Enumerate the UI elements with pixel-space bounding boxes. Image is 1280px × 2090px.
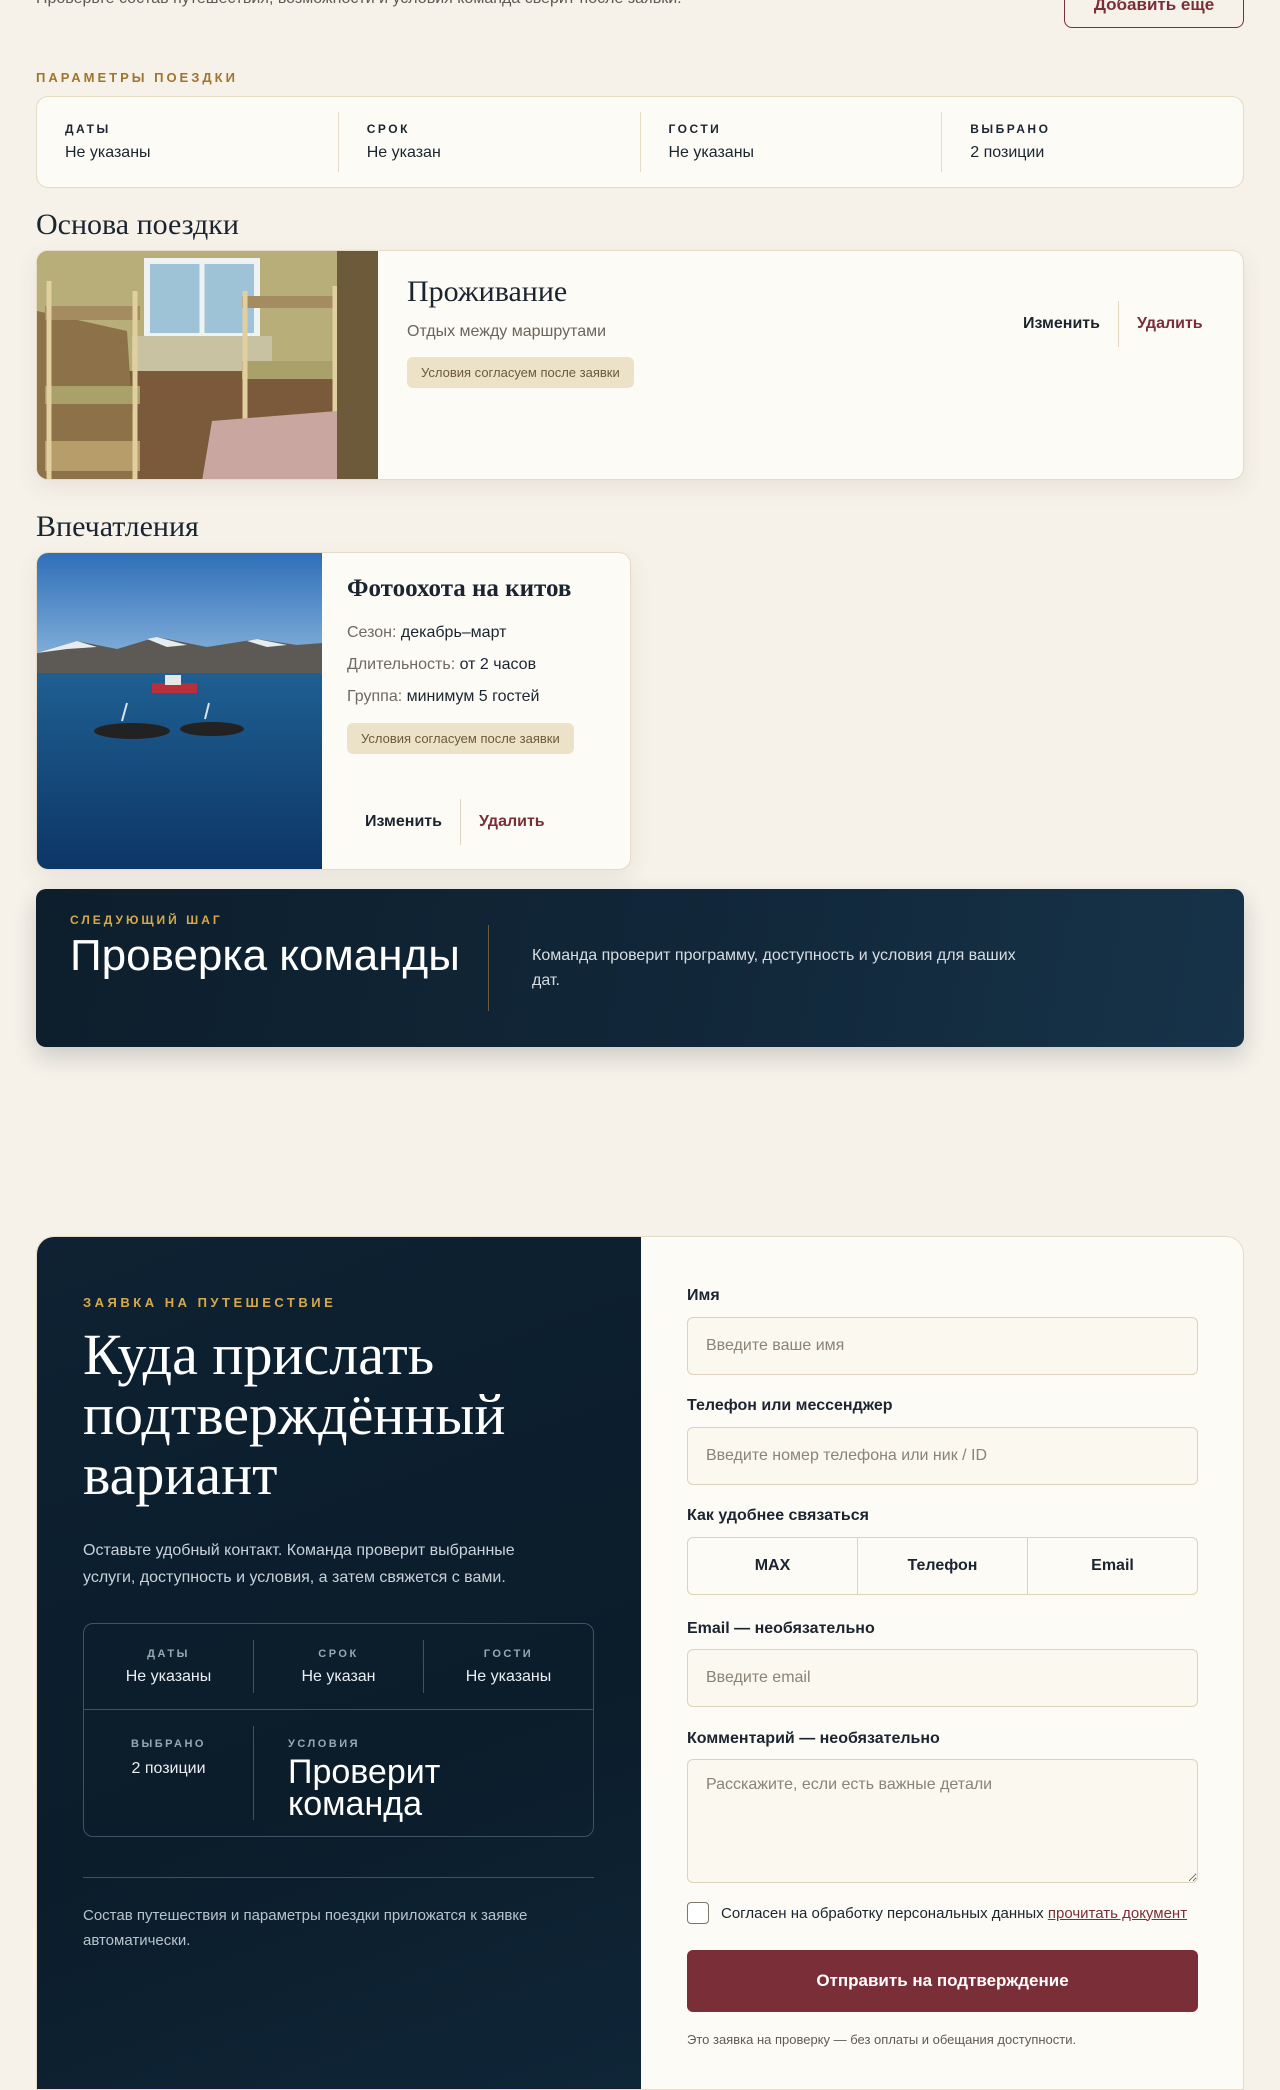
- params-section-label: Параметры поездки: [36, 70, 238, 85]
- name-input[interactable]: [687, 1317, 1198, 1375]
- summary-term: СРОК Не указан: [254, 1640, 424, 1693]
- consent-checkbox[interactable]: [687, 1902, 709, 1924]
- param-key: ГОСТИ: [668, 122, 722, 136]
- duration-key: Длительность:: [347, 656, 456, 673]
- group-value: минимум 5 гостей: [406, 688, 540, 705]
- param-selected: ВЫБРАНО 2 позиции: [942, 112, 1243, 172]
- season-key: Сезон:: [347, 624, 397, 641]
- group-key: Группа:: [347, 688, 403, 705]
- param-term: СРОК Не указан: [339, 112, 641, 172]
- summary-guests: ГОСТИ Не указаны: [424, 1640, 593, 1693]
- consent-document-link[interactable]: прочитать документ: [1048, 1905, 1187, 1922]
- divider: [83, 1877, 594, 1878]
- summary-dates: ДАТЫ Не указаны: [84, 1640, 254, 1693]
- summary-key: ВЫБРАНО: [131, 1738, 206, 1750]
- request-description: Оставьте удобный контакт. Команда провер…: [83, 1542, 515, 1586]
- request-eyebrow: Заявка на путешествие: [83, 1295, 337, 1310]
- experience-card: Фотоохота на китов Сезон: декабрь–март Д…: [36, 552, 631, 870]
- request-title: Куда прислать подтверждённый вариант: [83, 1322, 506, 1507]
- param-dates: ДАТЫ Не указаны: [37, 112, 339, 172]
- experience-actions: Изменить Удалить: [347, 799, 563, 845]
- whale-photo: [37, 553, 322, 869]
- next-step-text: Команда проверит программу, доступность …: [532, 947, 1016, 989]
- summary-value: Проверит команда: [288, 1753, 441, 1823]
- consent-text: Согласен на обработку персональных данны…: [721, 1904, 1044, 1922]
- trip-params: ДАТЫ Не указаны СРОК Не указан ГОСТИ Не …: [36, 96, 1244, 188]
- param-value: Не указан: [366, 144, 441, 161]
- comment-textarea[interactable]: [687, 1759, 1198, 1883]
- experience-meta: Сезон: декабрь–март Длительность: от 2 ч…: [347, 617, 617, 713]
- conditions-chip: Условия согласуем после заявки: [407, 357, 634, 388]
- accommodation-subtitle: Отдых между маршрутами: [407, 323, 607, 340]
- intro-text: Проверьте состав путешествия, возможност…: [36, 0, 796, 12]
- contact-method-label: Как удобнее связаться: [687, 1507, 869, 1524]
- summary-value: 2 позиции: [131, 1760, 206, 1777]
- summary-key: ДАТЫ: [147, 1647, 190, 1660]
- summary-key: УСЛОВИЯ: [288, 1738, 361, 1750]
- room-photo: [37, 251, 378, 479]
- summary-value: Не указаны: [465, 1667, 552, 1685]
- conditions-chip: Условия согласуем после заявки: [347, 723, 574, 754]
- contact-method-selector: MAX Телефон Email: [687, 1537, 1198, 1595]
- contact-option-email[interactable]: Email: [1028, 1538, 1197, 1594]
- accommodation-card: Проживание Отдых между маршрутами Услови…: [36, 250, 1244, 480]
- param-guests: ГОСТИ Не указаны: [641, 112, 943, 172]
- duration-value: от 2 часов: [459, 656, 537, 673]
- divider: [488, 925, 489, 1011]
- email-label: Email — необязательно: [687, 1620, 875, 1637]
- param-value: 2 позиции: [970, 144, 1045, 161]
- add-more-button[interactable]: Добавить еще: [1064, 0, 1244, 28]
- base-section-title: Основа поездки: [36, 208, 239, 241]
- summary-value: Не указаны: [125, 1667, 212, 1685]
- accommodation-actions: Изменить Удалить: [1005, 301, 1221, 347]
- comment-label: Комментарий — необязательно: [687, 1730, 940, 1747]
- param-key: ВЫБРАНО: [970, 122, 1051, 136]
- request-note: Состав путешествия и параметры поездки п…: [83, 1907, 528, 1949]
- accommodation-title: Проживание: [407, 275, 568, 308]
- experience-title: Фотоохота на китов: [347, 575, 572, 602]
- next-step-title: Проверка команды: [70, 931, 460, 980]
- edit-button[interactable]: Изменить: [347, 799, 460, 845]
- summary-value: Не указан: [301, 1667, 376, 1685]
- request-info-panel: Заявка на путешествие Куда прислать подт…: [37, 1237, 641, 2089]
- request-form: Имя Телефон или мессенджер Как удобнее с…: [641, 1237, 1243, 2089]
- season-value: декабрь–март: [400, 624, 507, 641]
- disclaimer-text: Это заявка на проверку — без оплаты и об…: [687, 2032, 1077, 2047]
- request-summary: ДАТЫ Не указаны СРОК Не указан ГОСТИ Не …: [83, 1623, 594, 1837]
- summary-selected: ВЫБРАНО 2 позиции: [84, 1726, 254, 1820]
- summary-key: ГОСТИ: [483, 1647, 534, 1660]
- experiences-section-title: Впечатления: [36, 510, 199, 543]
- param-value: Не указаны: [668, 144, 755, 161]
- summary-key: СРОК: [318, 1647, 359, 1660]
- summary-conditions: УСЛОВИЯ Проверит команда: [288, 1738, 488, 1823]
- phone-label: Телефон или мессенджер: [687, 1397, 893, 1414]
- phone-input[interactable]: [687, 1427, 1198, 1485]
- delete-button[interactable]: Удалить: [461, 799, 563, 845]
- param-key: СРОК: [366, 122, 410, 136]
- edit-button[interactable]: Изменить: [1005, 301, 1118, 347]
- contact-option-phone[interactable]: Телефон: [858, 1538, 1028, 1594]
- request-section: Заявка на путешествие Куда прислать подт…: [36, 1236, 1244, 2090]
- email-input[interactable]: [687, 1649, 1198, 1707]
- submit-button[interactable]: Отправить на подтверждение: [687, 1950, 1198, 2012]
- next-step-eyebrow: Следующий шаг: [70, 913, 223, 927]
- next-step-banner: Следующий шаг Проверка команды Команда п…: [36, 889, 1244, 1047]
- name-label: Имя: [687, 1287, 720, 1304]
- contact-option-max[interactable]: MAX: [688, 1538, 858, 1594]
- param-key: ДАТЫ: [65, 122, 111, 136]
- consent-row: Согласен на обработку персональных данны…: [687, 1902, 1187, 1924]
- param-value: Не указаны: [65, 144, 151, 161]
- delete-button[interactable]: Удалить: [1119, 301, 1221, 347]
